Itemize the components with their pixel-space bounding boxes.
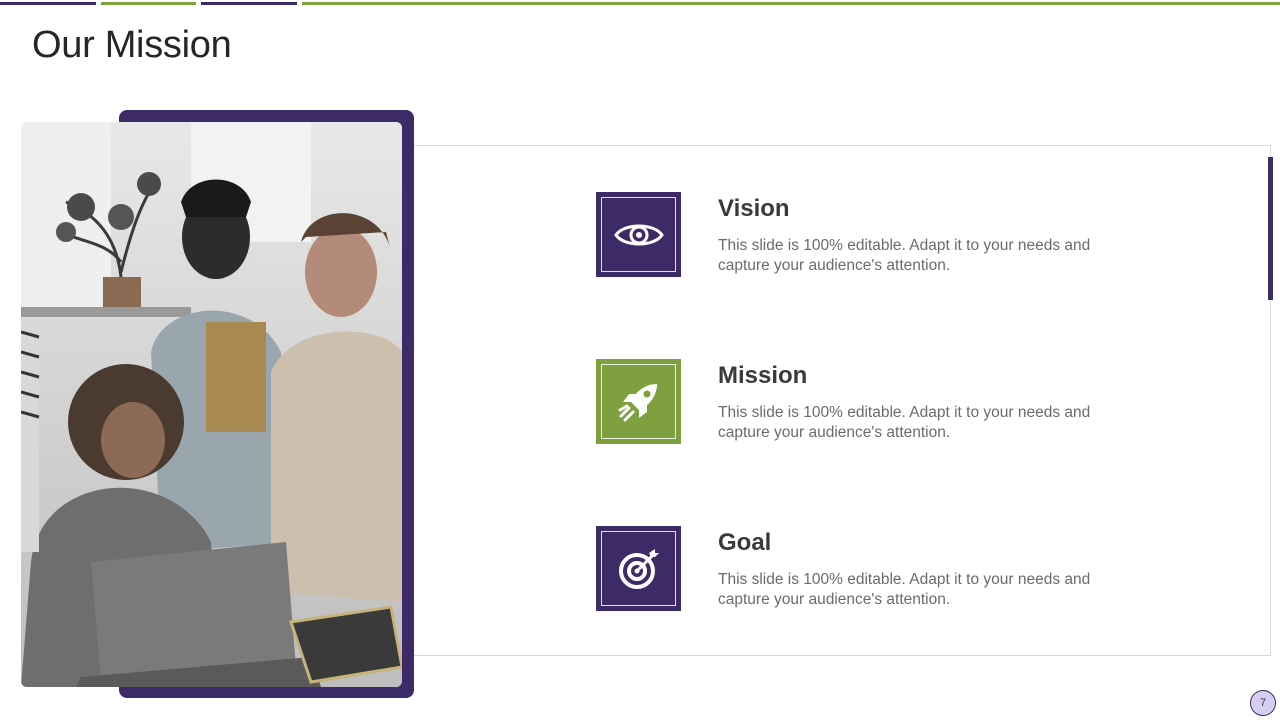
vision-icon-box <box>596 192 681 277</box>
top-accent-bar <box>302 2 1280 5</box>
eye-icon <box>613 224 664 245</box>
target-icon <box>618 548 659 589</box>
item-description: This slide is 100% editable. Adapt it to… <box>718 404 1091 441</box>
mission-icon-box <box>596 359 681 444</box>
panel-accent-line <box>1268 157 1273 300</box>
goal-icon-box <box>596 526 681 611</box>
top-accent-bar <box>201 2 297 5</box>
vision-item: Vision This slide is 100% editable. Adap… <box>596 192 1156 282</box>
item-title: Vision <box>718 195 790 222</box>
mission-item: Mission This slide is 100% editable. Ada… <box>596 359 1156 449</box>
item-description: This slide is 100% editable. Adapt it to… <box>718 571 1091 608</box>
top-accent-bar <box>101 2 196 5</box>
item-description: This slide is 100% editable. Adapt it to… <box>718 237 1091 274</box>
item-title: Goal <box>718 529 772 556</box>
item-title: Mission <box>718 362 808 389</box>
page-title: Our Mission <box>32 24 232 66</box>
top-accent-bar <box>0 2 96 5</box>
goal-item: Goal This slide is 100% editable. Adapt … <box>596 526 1156 616</box>
page-number-badge: 7 <box>1250 690 1276 716</box>
team-photo <box>21 122 402 687</box>
rocket-icon <box>618 383 657 421</box>
